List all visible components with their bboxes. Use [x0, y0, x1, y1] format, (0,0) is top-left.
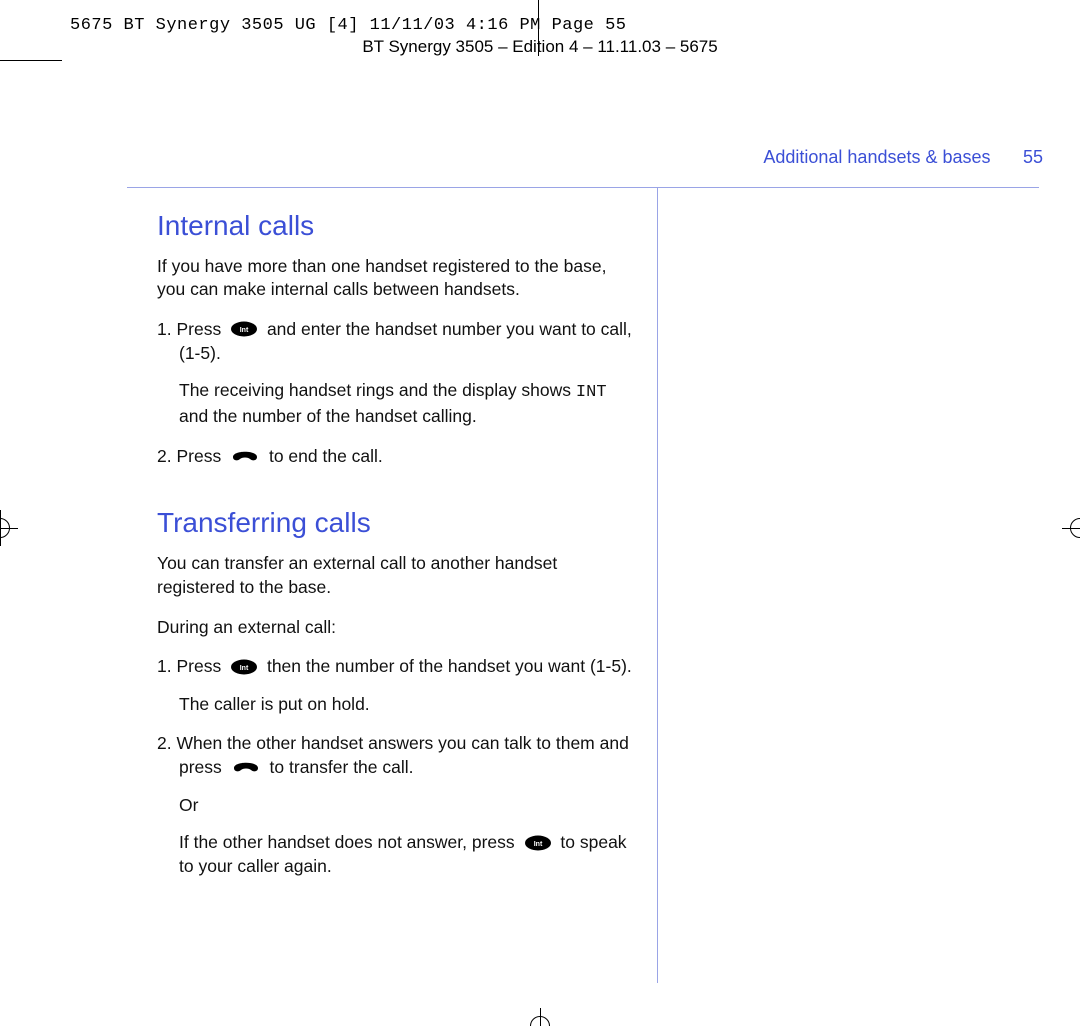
step-1-transfer: 1. Press Int then the number of the hand… — [157, 655, 637, 716]
page-number: 55 — [1023, 147, 1043, 167]
registration-mark-bottom — [522, 1008, 558, 1026]
registration-mark-left — [0, 510, 18, 546]
step-2-pre: 2. Press — [157, 446, 221, 466]
header-rule — [127, 187, 1039, 188]
int-button-icon: Int — [230, 321, 258, 337]
step-2-transfer: 2. When the other handset answers you ca… — [157, 732, 637, 878]
running-head: BT Synergy 3505 – Edition 4 – 11.11.03 –… — [0, 37, 1080, 57]
step-2-internal: 2. Press to end the call. — [157, 445, 637, 469]
step-1-internal: 1. Press Int and enter the handset numbe… — [157, 318, 637, 429]
lead-transferring-calls: During an external call: — [157, 616, 637, 640]
handset-icon — [231, 755, 261, 777]
page-header: Additional handsets & bases 55 — [75, 147, 1043, 168]
main-column: Internal calls If you have more than one… — [157, 207, 637, 895]
t-step-2-post: to transfer the call. — [270, 757, 414, 777]
step-2-post: to end the call. — [269, 446, 383, 466]
prepress-slug-line: 5675 BT Synergy 3505 UG [4] 11/11/03 4:1… — [70, 16, 627, 35]
intro-transferring-calls: You can transfer an external call to ano… — [157, 552, 637, 599]
t-step-2-or: Or — [179, 794, 637, 818]
t-step-1-post: then the number of the handset you want … — [267, 656, 632, 676]
int-button-icon: Int — [230, 659, 258, 675]
steps-internal-calls: 1. Press Int and enter the handset numbe… — [157, 318, 637, 468]
svg-text:Int: Int — [533, 841, 542, 848]
column-divider — [657, 187, 658, 983]
svg-text:Int: Int — [240, 665, 249, 672]
crop-guide-top — [538, 0, 539, 56]
registration-mark-right — [1062, 510, 1080, 546]
t-step-1-sub: The caller is put on hold. — [179, 693, 637, 717]
int-button-icon: Int — [524, 835, 552, 851]
display-int-code: INT — [576, 383, 607, 402]
intro-internal-calls: If you have more than one handset regist… — [157, 255, 637, 302]
heading-transferring-calls: Transferring calls — [157, 504, 637, 542]
steps-transferring-calls: 1. Press Int then the number of the hand… — [157, 655, 637, 878]
page-frame: Additional handsets & bases 55 Internal … — [75, 67, 1043, 983]
t-step-1-pre: 1. Press — [157, 656, 221, 676]
step-1-pre: 1. Press — [157, 319, 221, 339]
section-label: Additional handsets & bases — [763, 147, 990, 167]
handset-icon — [230, 444, 260, 466]
step-1-sub-pre: The receiving handset rings and the disp… — [179, 380, 571, 400]
heading-internal-calls: Internal calls — [157, 207, 637, 245]
svg-text:Int: Int — [240, 327, 249, 334]
t-step-2-alt-pre: If the other handset does not answer, pr… — [179, 832, 515, 852]
step-1-sub-post: and the number of the handset calling. — [179, 406, 477, 426]
crop-guide-left — [0, 60, 62, 61]
